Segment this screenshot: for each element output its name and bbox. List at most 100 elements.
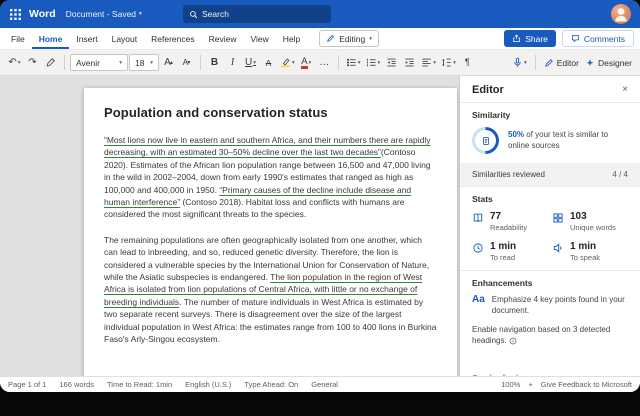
toolbar-divider (64, 55, 65, 70)
stat-label: Unique words (570, 223, 616, 232)
close-icon[interactable]: × (622, 85, 628, 95)
editing-mode-dropdown[interactable]: Editing ▾ (319, 30, 379, 47)
search-box[interactable] (183, 5, 331, 23)
tab-insert[interactable]: Insert (69, 28, 104, 49)
app-name: Word (29, 8, 56, 20)
shrink-font-button[interactable]: A▾ (178, 54, 195, 72)
stat-value: 103 (570, 211, 587, 222)
editor-label: Editor (557, 58, 579, 68)
stat-value: 1 min (570, 241, 596, 252)
bulleted-list-icon (346, 57, 357, 68)
search-input[interactable] (202, 9, 325, 19)
ellipsis-icon: … (319, 58, 329, 68)
share-icon (512, 34, 521, 43)
tab-home[interactable]: Home (32, 28, 70, 49)
strikethrough-button[interactable]: A (260, 54, 277, 72)
chevron-down-icon: ▾ (18, 60, 21, 66)
font-size-select[interactable]: 18 ▾ (129, 54, 159, 71)
designer-label: Designer (598, 58, 632, 68)
chevron-down-icon: ▾ (119, 60, 122, 66)
avatar[interactable] (611, 4, 631, 24)
numbered-list-icon (366, 57, 377, 68)
redo-button[interactable]: ↷ (24, 54, 41, 72)
document-title-dropdown[interactable]: Document - Saved ▾ (66, 9, 142, 19)
chevron-down-icon: ▾ (253, 60, 256, 66)
up-arrow-icon: ▴ (170, 59, 173, 66)
similarities-reviewed-row[interactable]: Similarities reviewed 4 / 4 (460, 163, 640, 186)
paragraph[interactable]: The remaining populations are often geog… (104, 234, 437, 346)
underline-button[interactable]: U▾ (242, 54, 259, 72)
type-ahead-status[interactable]: Type Ahead: On (244, 380, 298, 389)
numbering-button[interactable]: ▾ (364, 54, 383, 72)
format-painter-button[interactable] (42, 54, 59, 72)
titlebar: Word Document - Saved ▾ (0, 0, 640, 28)
main-content: Population and conservation status “Most… (0, 76, 640, 376)
bold-button[interactable]: B (206, 54, 223, 72)
align-left-icon (421, 57, 432, 68)
statusbar-right: 100% + Give Feedback to Microsoft (501, 380, 632, 389)
similarity-card[interactable]: 50% of your text is similar to online so… (472, 127, 628, 154)
editor-pencil-icon (544, 58, 554, 68)
paintbrush-icon (45, 57, 56, 68)
font-name-select[interactable]: Avenir ▾ (70, 54, 128, 71)
sparkle-icon (585, 58, 595, 68)
stat-label: To read (490, 253, 516, 262)
comments-label: Comments (584, 34, 625, 44)
document-title-text: Document - Saved (66, 9, 136, 19)
stat-readability: 77Readability (472, 211, 548, 232)
microphone-icon (512, 57, 523, 68)
highlighter-icon (280, 57, 291, 68)
tab-file[interactable]: File (4, 28, 32, 49)
font-name-value: Avenir (76, 58, 100, 68)
speaker-icon (552, 241, 564, 256)
tab-references[interactable]: References (144, 28, 201, 49)
stat-label: To speak (570, 253, 600, 262)
undo-button[interactable]: ↶▾ (6, 54, 23, 72)
more-formatting-button[interactable]: … (316, 54, 333, 72)
app-launcher-icon[interactable] (10, 9, 21, 20)
sensitivity-label[interactable]: General (311, 380, 338, 389)
alignment-button[interactable]: ▾ (419, 54, 438, 72)
document-page[interactable]: Population and conservation status “Most… (84, 88, 457, 376)
bullets-button[interactable]: ▾ (344, 54, 363, 72)
editor-button[interactable]: Editor (542, 54, 581, 72)
emphasize-key-points-item[interactable]: Aa Emphasize 4 key points found in your … (472, 295, 628, 316)
page-count[interactable]: Page 1 of 1 (8, 380, 46, 389)
feedback-link[interactable]: Give Feedback to Microsoft (541, 380, 632, 389)
word-count[interactable]: 166 words (59, 380, 94, 389)
tab-help[interactable]: Help (276, 28, 307, 49)
zoom-level[interactable]: 100% (501, 380, 520, 389)
zoom-in-icon[interactable]: + (528, 380, 532, 389)
undo-icon: ↶ (8, 58, 16, 68)
highlight-color-button[interactable]: ▾ (278, 54, 297, 72)
emphasize-text: Emphasize 4 key points found in your doc… (492, 295, 628, 316)
paragraph-marks-button[interactable]: ¶ (459, 54, 476, 72)
line-spacing-button[interactable]: ▾ (439, 54, 458, 72)
tab-view[interactable]: View (243, 28, 275, 49)
paragraph[interactable]: “Most lions now live in eastern and sout… (104, 134, 437, 221)
document-canvas[interactable]: Population and conservation status “Most… (0, 76, 459, 376)
enable-navigation-item[interactable]: Enable navigation based on 3 detected he… (472, 325, 628, 348)
share-button[interactable]: Share (504, 30, 556, 47)
give-feedback-link[interactable]: Give feedback (460, 365, 640, 376)
search-icon (189, 10, 198, 19)
grow-font-button[interactable]: A▴ (160, 54, 177, 72)
chevron-down-icon: ▾ (150, 60, 153, 66)
indent-button[interactable] (401, 54, 418, 72)
designer-button[interactable]: Designer (583, 54, 634, 72)
tab-layout[interactable]: Layout (105, 28, 145, 49)
paragraph-mark-icon: ¶ (465, 58, 470, 67)
enable-navigation-text: Enable navigation based on 3 detected he… (472, 325, 628, 348)
language-selector[interactable]: English (U.S.) (185, 380, 231, 389)
time-to-read[interactable]: Time to Read: 1min (107, 380, 172, 389)
tab-review[interactable]: Review (202, 28, 244, 49)
underline-icon: U (245, 57, 252, 68)
italic-button[interactable]: I (224, 54, 241, 72)
font-size-value: 18 (135, 58, 144, 68)
share-label: Share (525, 34, 548, 44)
dictate-button[interactable]: ▾ (510, 54, 529, 72)
outdent-button[interactable] (383, 54, 400, 72)
font-color-button[interactable]: A▾ (298, 54, 315, 72)
info-icon[interactable] (509, 337, 517, 349)
comments-button[interactable]: Comments (562, 30, 634, 47)
